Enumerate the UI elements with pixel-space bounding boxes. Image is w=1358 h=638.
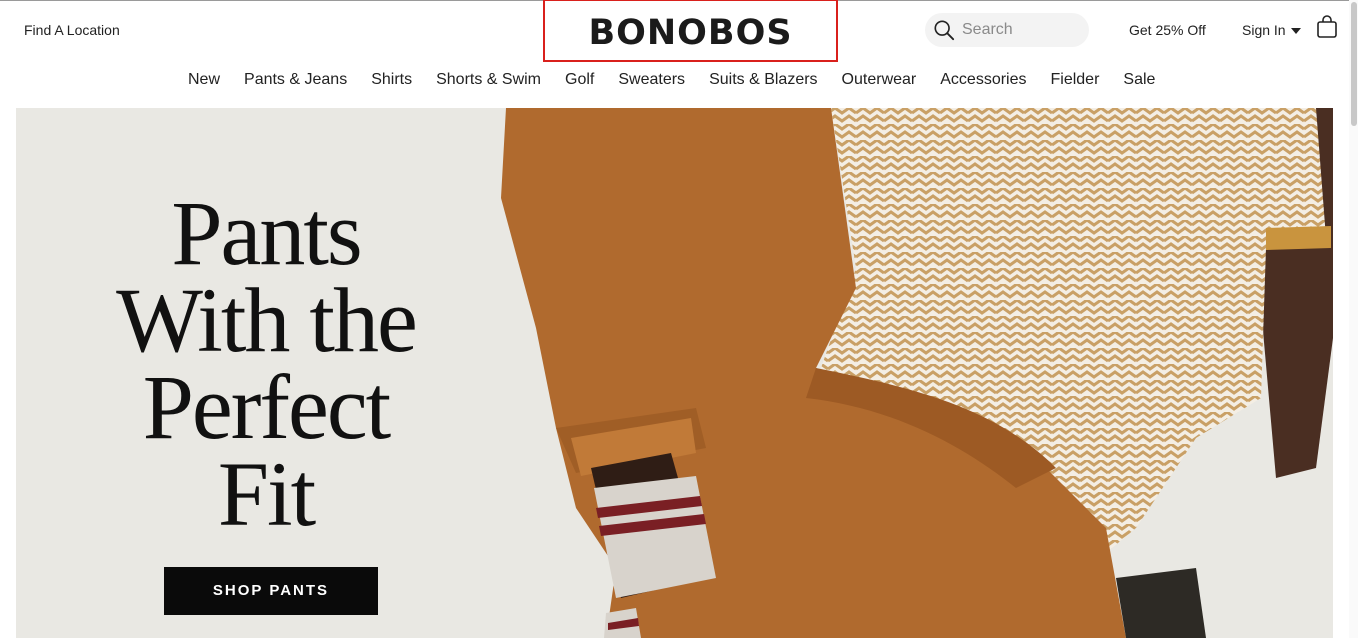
sign-in-label[interactable]: Sign In bbox=[1242, 22, 1286, 38]
hero-heading-line: With the bbox=[116, 269, 418, 371]
hero-heading-line: Fit bbox=[217, 443, 316, 545]
shopping-bag-icon[interactable] bbox=[1316, 15, 1338, 39]
main-nav-items: New Pants & Jeans Shirts Shorts & Swim G… bbox=[188, 70, 1155, 90]
nav-item-shorts-swim[interactable]: Shorts & Swim bbox=[436, 70, 541, 90]
brand-logo[interactable]: BONOBOS bbox=[545, 13, 836, 53]
hero-heading-line: Pants bbox=[171, 182, 362, 284]
hero-banner[interactable]: Pants With the Perfect Fit SHOP PANTS bbox=[16, 108, 1333, 638]
nav-item-sweaters[interactable]: Sweaters bbox=[618, 70, 685, 90]
nav-item-new[interactable]: New bbox=[188, 70, 220, 90]
search-input[interactable] bbox=[962, 19, 1080, 41]
scrollbar-thumb[interactable] bbox=[1351, 2, 1357, 126]
nav-item-pants-jeans[interactable]: Pants & Jeans bbox=[244, 70, 347, 90]
promo-link[interactable]: Get 25% Off bbox=[1129, 22, 1206, 38]
shop-pants-button[interactable]: SHOP PANTS bbox=[164, 567, 378, 615]
nav-item-sale[interactable]: Sale bbox=[1123, 70, 1155, 90]
nav-item-fielder[interactable]: Fielder bbox=[1051, 70, 1100, 90]
hero-heading: Pants With the Perfect Fit bbox=[66, 182, 466, 545]
sign-in-menu[interactable]: Sign In bbox=[1242, 22, 1301, 38]
caret-down-icon[interactable] bbox=[1290, 27, 1301, 34]
logo-highlight-box: BONOBOS bbox=[543, 0, 838, 62]
search-box[interactable] bbox=[925, 13, 1089, 47]
nav-item-shirts[interactable]: Shirts bbox=[371, 70, 412, 90]
hero-heading-line: Perfect bbox=[142, 356, 392, 458]
search-icon[interactable] bbox=[933, 19, 955, 41]
nav-item-golf[interactable]: Golf bbox=[565, 70, 594, 90]
find-location-link[interactable]: Find A Location bbox=[24, 22, 120, 38]
nav-item-suits-blazers[interactable]: Suits & Blazers bbox=[709, 70, 817, 90]
nav-item-accessories[interactable]: Accessories bbox=[940, 70, 1026, 90]
nav-item-outerwear[interactable]: Outerwear bbox=[842, 70, 917, 90]
